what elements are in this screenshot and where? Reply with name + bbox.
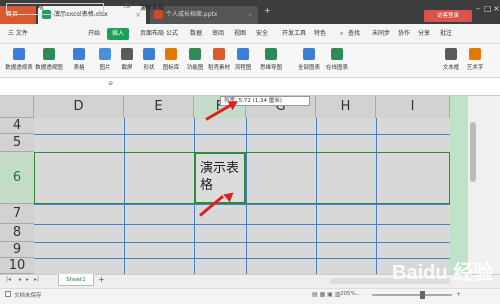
minimize-icon[interactable]: – (476, 4, 480, 13)
status-bar (0, 288, 500, 304)
new-tab-icon[interactable]: + (264, 6, 271, 15)
zoom-icon[interactable]: ⊕ (108, 80, 113, 87)
menu-review[interactable]: 审阅 (212, 24, 224, 44)
menu-developer[interactable]: 开发工具 (282, 24, 306, 44)
gridline (34, 258, 450, 259)
menu-file[interactable]: 三 文件 (8, 24, 28, 44)
toolbar-button-label: 数据透视图 (35, 65, 63, 71)
tab-ppt-document[interactable]: 个人成长档案.pptx × (150, 6, 258, 24)
close-icon[interactable]: × (247, 6, 253, 24)
login-button[interactable]: 访客登录 (424, 10, 472, 22)
column-header-e[interactable]: E (124, 96, 194, 118)
view-mode-icons[interactable]: ▤ ▦ ▣ ▥ (312, 291, 340, 298)
row-header-9[interactable]: 9 (0, 242, 34, 258)
toolbar-button-label: 思维导图 (259, 65, 282, 71)
screenshot-icon (121, 48, 133, 60)
pivot-table-icon (13, 48, 25, 60)
toolbar-button-label: 数据透视表 (5, 65, 33, 71)
toolbar-button-9[interactable]: 流程图 (228, 48, 258, 76)
row-header-10[interactable]: 10 (0, 258, 34, 274)
gridline (34, 224, 450, 225)
mindmap-icon (265, 48, 277, 60)
close-window-icon[interactable]: × (493, 4, 500, 13)
menu-special[interactable]: 特色 (314, 24, 326, 44)
row-header-8[interactable]: 8 (0, 224, 34, 242)
sidebar-strip (450, 96, 468, 274)
next-sheet-icon[interactable]: ▸ (26, 276, 29, 283)
gridline (34, 242, 450, 243)
row-header-7[interactable]: 7 (0, 204, 34, 224)
picture-icon (99, 48, 111, 60)
zoom-level[interactable]: 205% (340, 291, 356, 297)
toolbar-button-label: 流程图 (234, 65, 252, 71)
table-icon (73, 48, 85, 60)
scrollbar-thumb[interactable] (470, 122, 476, 182)
comment-button[interactable]: 批注 (440, 24, 452, 44)
collaborate-button[interactable]: 协作 (398, 24, 410, 44)
toolbar-button-0[interactable]: 数据透视表 (4, 48, 34, 76)
menu-data[interactable]: 数据 (190, 24, 202, 44)
first-sheet-icon[interactable]: |◂ (6, 276, 11, 283)
function-chart-icon (189, 48, 201, 60)
toolbar-button-10[interactable]: 思维导图 (256, 48, 286, 76)
zoom-in-icon[interactable]: + (456, 291, 461, 298)
prev-sheet-icon[interactable]: ◂ (18, 276, 21, 283)
gridline (34, 134, 450, 135)
pivot-chart-icon (43, 48, 55, 60)
column-header-h[interactable]: H (316, 96, 376, 118)
maximize-icon[interactable]: □ (484, 4, 492, 13)
shape-icon (143, 48, 155, 60)
search-icon[interactable]: ⌕ (340, 24, 343, 44)
toolbar-button-12[interactable]: 在线图表 (322, 48, 352, 76)
menu-formula[interactable]: 公式 (166, 24, 178, 44)
row-header-5[interactable]: 5 (0, 134, 34, 152)
toolbar-button-label: 艺术字 (466, 65, 484, 71)
zoom-slider[interactable] (372, 294, 452, 296)
fx-icon[interactable]: fx (124, 2, 131, 10)
material-icon (213, 48, 225, 60)
zoom-slider-thumb[interactable] (420, 291, 425, 299)
zoom-out-icon[interactable]: – (356, 291, 359, 298)
toolbar-button-label: 全部图表 (297, 65, 320, 71)
sheet-tab-sheet1[interactable]: Sheet1 (58, 274, 94, 286)
add-sheet-button[interactable]: + (98, 275, 105, 284)
row-header-6[interactable]: 6 (0, 152, 34, 204)
share-button[interactable]: 分享 (418, 24, 430, 44)
formula-bar (0, 78, 500, 96)
gridline (34, 204, 450, 205)
row-header-4[interactable]: 4 (0, 118, 34, 134)
formula-input[interactable]: 演示表格 (140, 3, 164, 12)
all-charts-icon (303, 48, 315, 60)
tab-ppt-label: 个人成长档案.pptx (166, 11, 218, 18)
menu-insert[interactable]: 插入 (107, 28, 130, 40)
toolbar-button-1[interactable]: 数据透视图 (34, 48, 64, 76)
menu-view[interactable]: 视图 (234, 24, 246, 44)
document-icon (5, 291, 11, 297)
baidu-watermark: Baidu 经验 (392, 262, 494, 284)
cell-reference-box[interactable]: F6 (6, 3, 104, 15)
column-header-d[interactable]: D (34, 96, 124, 118)
toolbar-button-14[interactable]: 艺术字 (460, 48, 490, 76)
save-status: 文档未保存 (14, 293, 42, 299)
textbox-icon (445, 48, 457, 60)
icon-library-icon (165, 48, 177, 60)
online-chart-icon (331, 48, 343, 60)
select-all-corner[interactable] (0, 96, 34, 118)
flowchart-icon (237, 48, 249, 60)
wordart-icon (469, 48, 481, 60)
column-header-i[interactable]: I (376, 96, 450, 118)
menu-security[interactable]: 安全 (256, 24, 268, 44)
sync-button[interactable]: 未同步 (372, 24, 390, 44)
toolbar-button-11[interactable]: 全部图表 (294, 48, 324, 76)
menu-home[interactable]: 开始 (88, 24, 100, 44)
menu-page-layout[interactable]: 页面布局 (140, 24, 164, 44)
toolbar-button-label: 在线图表 (325, 65, 348, 71)
search-button[interactable]: 查找 (348, 24, 360, 44)
last-sheet-icon[interactable]: ▸| (34, 276, 39, 283)
